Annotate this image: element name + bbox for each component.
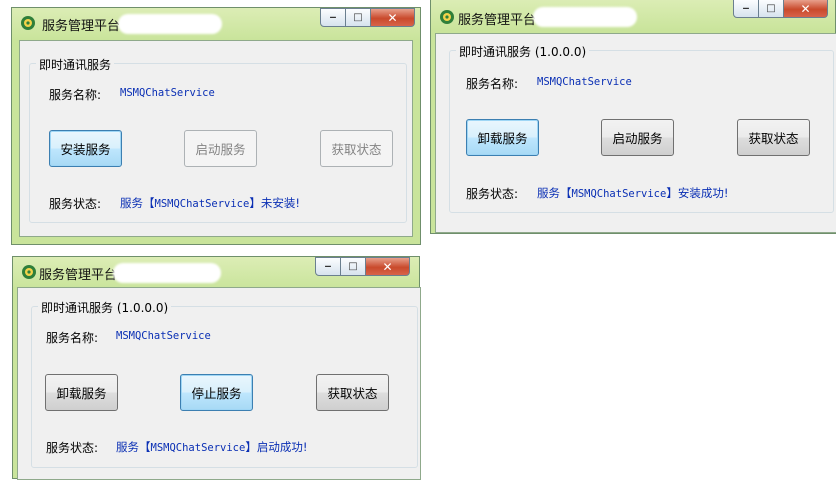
maximize-button[interactable]: □ <box>759 0 784 18</box>
title-bar[interactable]: 服务管理平台 ‒ □ ✕ <box>431 0 835 29</box>
get-status-button[interactable]: 获取状态 <box>316 374 389 411</box>
redacted-title-area <box>118 14 222 34</box>
get-status-button[interactable]: 获取状态 <box>737 119 810 156</box>
client-area: 即时通讯服务 服务名称: MSMQChatService 安装服务 启动服务 获… <box>19 40 413 237</box>
redacted-title-area <box>113 263 221 283</box>
service-group: 即时通讯服务 (1.0.0.0) 服务名称: MSMQChatService 卸… <box>31 299 418 468</box>
service-name-label: 服务名称: <box>46 331 99 345</box>
window-title: 服务管理平台 <box>39 268 118 283</box>
service-name-label: 服务名称: <box>466 77 519 91</box>
status-suffix: 】启动成功! <box>245 440 308 454</box>
status-suffix: 】未安装! <box>249 196 300 210</box>
title-bar[interactable]: 服务管理平台 ‒ □ ✕ <box>12 8 420 38</box>
maximize-icon: □ <box>766 3 776 14</box>
button-label: 获取状态 <box>327 386 378 401</box>
status-service: MSMQChatService <box>150 442 246 454</box>
minimize-icon: ‒ <box>742 3 750 14</box>
service-group: 即时通讯服务 服务名称: MSMQChatService 安装服务 启动服务 获… <box>29 56 407 223</box>
service-status-label: 服务状态: <box>466 187 519 201</box>
install-service-button[interactable]: 安装服务 <box>49 130 122 167</box>
minimize-button[interactable]: ‒ <box>315 257 341 276</box>
window-title: 服务管理平台 <box>42 19 121 34</box>
service-name-value: MSMQChatService <box>120 87 215 99</box>
maximize-button[interactable]: □ <box>341 257 366 276</box>
service-status-value: 服务【MSMQChatService】安装成功! <box>537 185 728 201</box>
app-icon <box>440 10 454 24</box>
maximize-icon: □ <box>353 12 363 23</box>
service-name-label: 服务名称: <box>49 88 102 102</box>
redacted-title-area <box>533 7 637 27</box>
button-label: 停止服务 <box>191 386 242 401</box>
service-name-value: MSMQChatService <box>537 76 632 88</box>
close-button[interactable]: ✕ <box>366 257 410 276</box>
status-prefix: 服务【 <box>116 440 151 454</box>
stop-service-button[interactable]: 停止服务 <box>180 374 253 411</box>
title-bar[interactable]: 服务管理平台 ‒ □ ✕ <box>13 257 419 287</box>
button-label: 启动服务 <box>612 131 663 146</box>
close-icon: ✕ <box>382 259 393 274</box>
window-title: 服务管理平台 <box>458 13 537 28</box>
client-area: 即时通讯服务 (1.0.0.0) 服务名称: MSMQChatService 卸… <box>435 33 836 233</box>
close-button[interactable]: ✕ <box>784 0 828 18</box>
service-group: 即时通讯服务 (1.0.0.0) 服务名称: MSMQChatService 卸… <box>449 43 834 213</box>
status-service: MSMQChatService <box>571 188 667 200</box>
window-3: 服务管理平台 ‒ □ ✕ 即时通讯服务 (1.0.0.0) 服务名称: MSMQ… <box>12 256 421 480</box>
service-status-label: 服务状态: <box>46 441 99 455</box>
start-service-button[interactable]: 启动服务 <box>601 119 674 156</box>
group-title: 即时通讯服务 <box>36 56 115 73</box>
window-2: 服务管理平台 ‒ □ ✕ 即时通讯服务 (1.0.0.0) 服务名称: MSMQ… <box>430 0 836 234</box>
minimize-icon: ‒ <box>324 261 332 272</box>
minimize-button[interactable]: ‒ <box>320 8 346 27</box>
service-status-value: 服务【MSMQChatService】启动成功! <box>116 439 307 455</box>
button-label: 获取状态 <box>331 142 382 157</box>
close-icon: ✕ <box>800 1 811 16</box>
service-name-value: MSMQChatService <box>116 330 211 342</box>
client-area: 即时通讯服务 (1.0.0.0) 服务名称: MSMQChatService 卸… <box>17 287 421 480</box>
service-status-value: 服务【MSMQChatService】未安装! <box>120 195 300 211</box>
button-label: 卸载服务 <box>56 386 107 401</box>
button-label: 卸载服务 <box>477 131 528 146</box>
maximize-icon: □ <box>348 261 358 272</box>
get-status-button[interactable]: 获取状态 <box>320 130 393 167</box>
maximize-button[interactable]: □ <box>346 8 371 27</box>
close-button[interactable]: ✕ <box>371 8 415 27</box>
status-prefix: 服务【 <box>537 186 572 200</box>
start-service-button[interactable]: 启动服务 <box>184 130 257 167</box>
uninstall-service-button[interactable]: 卸载服务 <box>466 119 539 156</box>
status-prefix: 服务【 <box>120 196 155 210</box>
status-service: MSMQChatService <box>154 198 250 210</box>
status-suffix: 】安装成功! <box>666 186 729 200</box>
service-status-label: 服务状态: <box>49 197 102 211</box>
uninstall-service-button[interactable]: 卸载服务 <box>45 374 118 411</box>
minimize-button[interactable]: ‒ <box>733 0 759 18</box>
minimize-icon: ‒ <box>329 12 337 23</box>
window-1: 服务管理平台 ‒ □ ✕ 即时通讯服务 服务名称: MSMQChatServic… <box>11 7 421 245</box>
group-title: 即时通讯服务 (1.0.0.0) <box>456 43 590 60</box>
group-title: 即时通讯服务 (1.0.0.0) <box>38 299 172 316</box>
close-icon: ✕ <box>387 10 398 25</box>
app-icon <box>22 265 36 279</box>
button-label: 获取状态 <box>748 131 799 146</box>
app-icon <box>21 16 35 30</box>
button-label: 启动服务 <box>195 142 246 157</box>
button-label: 安装服务 <box>60 142 111 157</box>
